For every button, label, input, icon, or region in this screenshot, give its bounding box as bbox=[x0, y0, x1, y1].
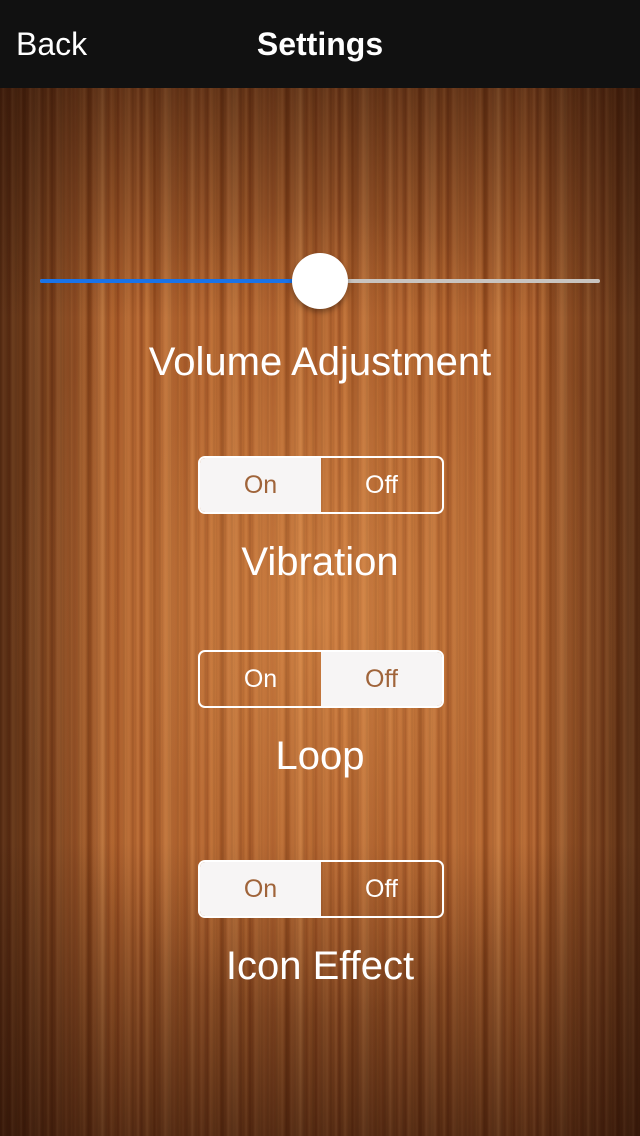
icon-effect-segmented-control: On Off bbox=[198, 860, 444, 918]
navigation-bar: Back Settings bbox=[0, 0, 640, 88]
icon-effect-off-button[interactable]: Off bbox=[321, 862, 442, 916]
page-title: Settings bbox=[256, 26, 384, 62]
vibration-segmented-control: On Off bbox=[198, 456, 444, 514]
vibration-on-button[interactable]: On bbox=[200, 458, 321, 512]
loop-off-button[interactable]: Off bbox=[321, 652, 442, 706]
volume-label: Volume Adjustment bbox=[148, 340, 492, 384]
loop-on-button[interactable]: On bbox=[200, 652, 321, 706]
loop-segmented-control: On Off bbox=[198, 650, 444, 708]
volume-slider[interactable] bbox=[40, 250, 600, 312]
settings-content: Volume Adjustment On Off Vibration On Of… bbox=[0, 0, 640, 1136]
vibration-off-button[interactable]: Off bbox=[321, 458, 442, 512]
slider-thumb[interactable] bbox=[292, 253, 348, 309]
icon-effect-label: Icon Effect bbox=[225, 944, 415, 988]
slider-fill bbox=[40, 279, 320, 283]
icon-effect-on-button[interactable]: On bbox=[200, 862, 321, 916]
vibration-label: Vibration bbox=[241, 540, 399, 584]
loop-label: Loop bbox=[275, 734, 365, 778]
